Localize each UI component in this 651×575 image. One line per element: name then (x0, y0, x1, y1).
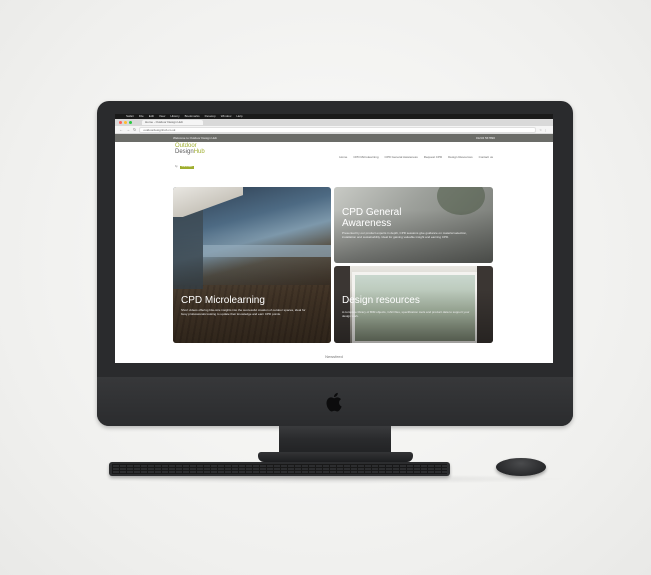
topbar-phone[interactable]: 01234 567890 (476, 136, 495, 140)
forward-icon[interactable]: → (126, 127, 130, 132)
nav-home[interactable]: Home (339, 155, 347, 159)
menubar-item[interactable]: View (159, 114, 165, 119)
tile-description: A complete library of BIM objects, CAD f… (342, 310, 470, 318)
zoom-window-button[interactable] (129, 121, 132, 124)
tile-description: Short videos offering bite-size insights… (181, 308, 306, 316)
site-nav: Home CPD Microlearning CPD General Aware… (339, 155, 493, 159)
site-logo[interactable]: Outdoor DesignHub by Marshalls (175, 143, 205, 171)
minimize-window-button[interactable] (124, 121, 127, 124)
newsfeed-heading: Newsfeed (325, 354, 343, 359)
back-icon[interactable]: ← (119, 127, 123, 132)
tile-description: Presented by our product experts in dept… (342, 231, 467, 239)
nav-cpd-microlearning[interactable]: CPD Microlearning (353, 155, 378, 159)
tile-title: CPD General Awareness (342, 207, 402, 229)
menubar-item[interactable]: Bookmarks (185, 114, 200, 119)
menubar-item[interactable]: File (139, 114, 144, 119)
menubar-item[interactable]: History (170, 114, 179, 119)
nav-contact-us[interactable]: Contact us (479, 155, 493, 159)
menubar-item[interactable]: Edit (149, 114, 154, 119)
reload-icon[interactable]: ↻ (133, 127, 136, 132)
menubar-item[interactable]: Window (221, 114, 232, 119)
menubar-item[interactable]: Safari (126, 114, 134, 119)
browser-extension-icons[interactable]: ☆⋮ (539, 128, 549, 132)
screen: Safari File Edit View History Bookmarks … (115, 114, 553, 363)
tile-cpd-general-awareness[interactable]: CPD General Awareness Presented by our p… (334, 187, 493, 263)
tile-design-resources[interactable]: Design resources A complete library of B… (334, 266, 493, 343)
menubar-item[interactable]: Help (236, 114, 242, 119)
nav-cpd-general-awareness[interactable]: CPD General Awareness (385, 155, 418, 159)
imac-stand-foot (258, 452, 413, 462)
browser-addressbar: ← → ↻ outdoordesignhub.co.uk ☆⋮ (115, 126, 553, 134)
site-topbar: Welcome to Outdoor Design Hub 01234 5678… (115, 134, 553, 142)
url-field[interactable]: outdoordesignhub.co.uk (139, 126, 537, 133)
tile-title: CPD Microlearning (181, 295, 265, 306)
nav-design-resources[interactable]: Design Resources (448, 155, 473, 159)
close-window-button[interactable] (119, 121, 122, 124)
tile-title: Design resources (342, 295, 420, 306)
mouse (496, 458, 546, 476)
browser-tabbar: Home - Outdoor Design Hub (115, 119, 553, 126)
keyboard (109, 462, 450, 476)
tile-cpd-microlearning[interactable]: CPD Microlearning Short videos offering … (173, 187, 331, 343)
nav-request-cpd[interactable]: Request CPD (424, 155, 442, 159)
apple-logo-icon (326, 392, 342, 412)
menubar-item[interactable]: Develop (205, 114, 216, 119)
feature-tiles: CPD Microlearning Short videos offering … (173, 187, 493, 343)
topbar-welcome: Welcome to Outdoor Design Hub (173, 136, 217, 140)
site-header: Outdoor DesignHub by Marshalls Home CPD M… (115, 142, 553, 172)
browser-tab[interactable]: Home - Outdoor Design Hub (142, 120, 203, 125)
